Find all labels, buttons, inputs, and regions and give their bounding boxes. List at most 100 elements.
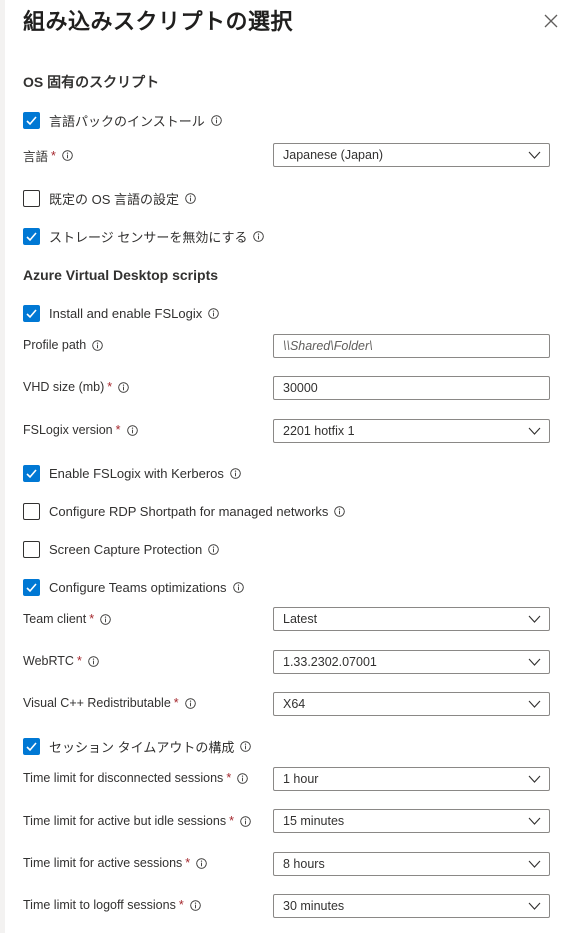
kerberos-checkbox[interactable]: Enable FSLogix with Kerberos [23, 463, 241, 483]
profile-path-label-text: Profile path [23, 338, 87, 352]
screen-capture-label: Screen Capture Protection [49, 541, 203, 557]
info-icon[interactable] [189, 899, 201, 911]
teams-checkbox[interactable]: Configure Teams optimizations [23, 577, 244, 597]
team-client-value: Latest [283, 612, 318, 626]
teams-label: Configure Teams optimizations [49, 579, 227, 595]
info-icon[interactable] [237, 772, 248, 784]
info-icon[interactable] [126, 424, 138, 436]
disconnected-label: Time limit for disconnected sessions * [23, 771, 248, 785]
checkbox-box[interactable] [23, 227, 40, 245]
default-language-checkbox[interactable]: 既定の OS 言語の設定 [23, 188, 196, 208]
required-marker: * [76, 654, 82, 668]
active-label: Time limit for active sessions * [23, 856, 207, 870]
checkmark-icon [26, 308, 37, 318]
chevron-down-icon [528, 775, 541, 783]
session-timeout-checkbox[interactable]: セッション タイムアウトの構成 [23, 736, 252, 756]
vhd-size-label: VHD size (mb) * [23, 380, 129, 394]
fslogix-version-label-text: FSLogix version [23, 423, 113, 437]
vhd-size-input[interactable]: 30000 [273, 376, 550, 400]
default-language-label: 既定の OS 言語の設定 [49, 191, 180, 207]
checkbox-box[interactable] [23, 189, 40, 207]
team-client-label-text: Team client [23, 612, 87, 626]
chevron-down-icon [528, 902, 541, 910]
info-icon[interactable] [240, 740, 252, 752]
session-timeout-label: セッション タイムアウトの構成 [49, 739, 235, 755]
chevron-down-icon [528, 427, 541, 435]
info-icon[interactable] [118, 381, 129, 393]
vhd-size-value: 30000 [283, 381, 318, 395]
checkbox-box[interactable] [23, 540, 40, 558]
screen-capture-checkbox[interactable]: Screen Capture Protection [23, 539, 219, 559]
idle-dropdown[interactable]: 15 minutes [273, 809, 550, 833]
fslogix-checkbox[interactable]: Install and enable FSLogix [23, 303, 219, 323]
checkmark-icon [26, 582, 37, 592]
idle-label-text: Time limit for active but idle sessions [23, 814, 227, 828]
info-icon[interactable] [208, 307, 219, 319]
info-icon[interactable] [240, 815, 251, 827]
checkmark-icon [26, 741, 37, 751]
info-icon[interactable] [208, 543, 219, 555]
info-icon[interactable] [230, 467, 241, 479]
team-client-dropdown[interactable]: Latest [273, 607, 550, 631]
checkbox-box[interactable] [23, 578, 40, 596]
panel-left-edge [0, 0, 5, 933]
info-icon[interactable] [210, 114, 222, 126]
required-marker: * [226, 771, 232, 785]
webrtc-dropdown[interactable]: 1.33.2302.07001 [273, 650, 550, 674]
webrtc-label: WebRTC * [23, 654, 99, 668]
info-icon[interactable] [184, 697, 196, 709]
info-icon[interactable] [185, 192, 196, 204]
checkmark-icon [26, 231, 37, 241]
chevron-down-icon [528, 700, 541, 708]
logoff-label-text: Time limit to logoff sessions [23, 898, 176, 912]
info-icon[interactable] [196, 857, 207, 869]
info-icon[interactable] [88, 655, 99, 667]
logoff-value: 30 minutes [283, 899, 345, 913]
checkbox-box[interactable] [23, 502, 40, 520]
language-value: Japanese (Japan) [283, 148, 384, 162]
info-icon[interactable] [100, 613, 111, 625]
logoff-label: Time limit to logoff sessions * [23, 898, 201, 912]
profile-path-input[interactable]: \\Shared\Folder\ [273, 334, 550, 358]
required-marker: * [173, 696, 179, 710]
info-icon[interactable] [334, 505, 346, 517]
vcpp-label: Visual C++ Redistributable * [23, 696, 196, 710]
active-label-text: Time limit for active sessions [23, 856, 183, 870]
info-icon[interactable] [62, 150, 73, 161]
active-value: 8 hours [283, 857, 325, 871]
info-icon[interactable] [253, 230, 265, 242]
required-marker: * [115, 423, 121, 437]
checkbox-box[interactable] [23, 737, 40, 755]
storage-sense-checkbox[interactable]: ストレージ センサーを無効にする [23, 226, 265, 246]
vcpp-dropdown[interactable]: X64 [273, 692, 550, 716]
required-marker: * [185, 856, 191, 870]
idle-label: Time limit for active but idle sessions … [23, 814, 251, 828]
checkbox-box[interactable] [23, 111, 40, 129]
fslogix-version-value: 2201 hotfix 1 [283, 424, 355, 438]
required-marker: * [89, 612, 95, 626]
checkbox-box[interactable] [23, 464, 40, 482]
checkbox-box[interactable] [23, 304, 40, 322]
chevron-down-icon [528, 860, 541, 868]
required-marker: * [51, 148, 56, 163]
active-dropdown[interactable]: 8 hours [273, 852, 550, 876]
required-marker: * [107, 380, 113, 394]
disconnected-dropdown[interactable]: 1 hour [273, 767, 550, 791]
fslogix-label: Install and enable FSLogix [49, 305, 203, 321]
language-dropdown[interactable]: Japanese (Japan) [273, 143, 550, 167]
language-label: 言語 * [23, 146, 73, 165]
language-pack-checkbox[interactable]: 言語パックのインストール [23, 110, 222, 130]
vhd-size-label-text: VHD size (mb) [23, 380, 105, 394]
fslogix-version-dropdown[interactable]: 2201 hotfix 1 [273, 419, 550, 443]
chevron-down-icon [528, 615, 541, 623]
required-marker: * [178, 898, 184, 912]
info-icon[interactable] [232, 581, 244, 593]
rdp-shortpath-label: Configure RDP Shortpath for managed netw… [49, 503, 329, 519]
logoff-dropdown[interactable]: 30 minutes [273, 894, 550, 918]
rdp-shortpath-checkbox[interactable]: Configure RDP Shortpath for managed netw… [23, 501, 346, 521]
panel-title: 組み込みスクリプトの選択 [23, 9, 294, 34]
chevron-down-icon [528, 658, 541, 666]
info-icon[interactable] [92, 339, 103, 351]
idle-value: 15 minutes [283, 814, 345, 828]
close-icon[interactable] [540, 10, 562, 32]
